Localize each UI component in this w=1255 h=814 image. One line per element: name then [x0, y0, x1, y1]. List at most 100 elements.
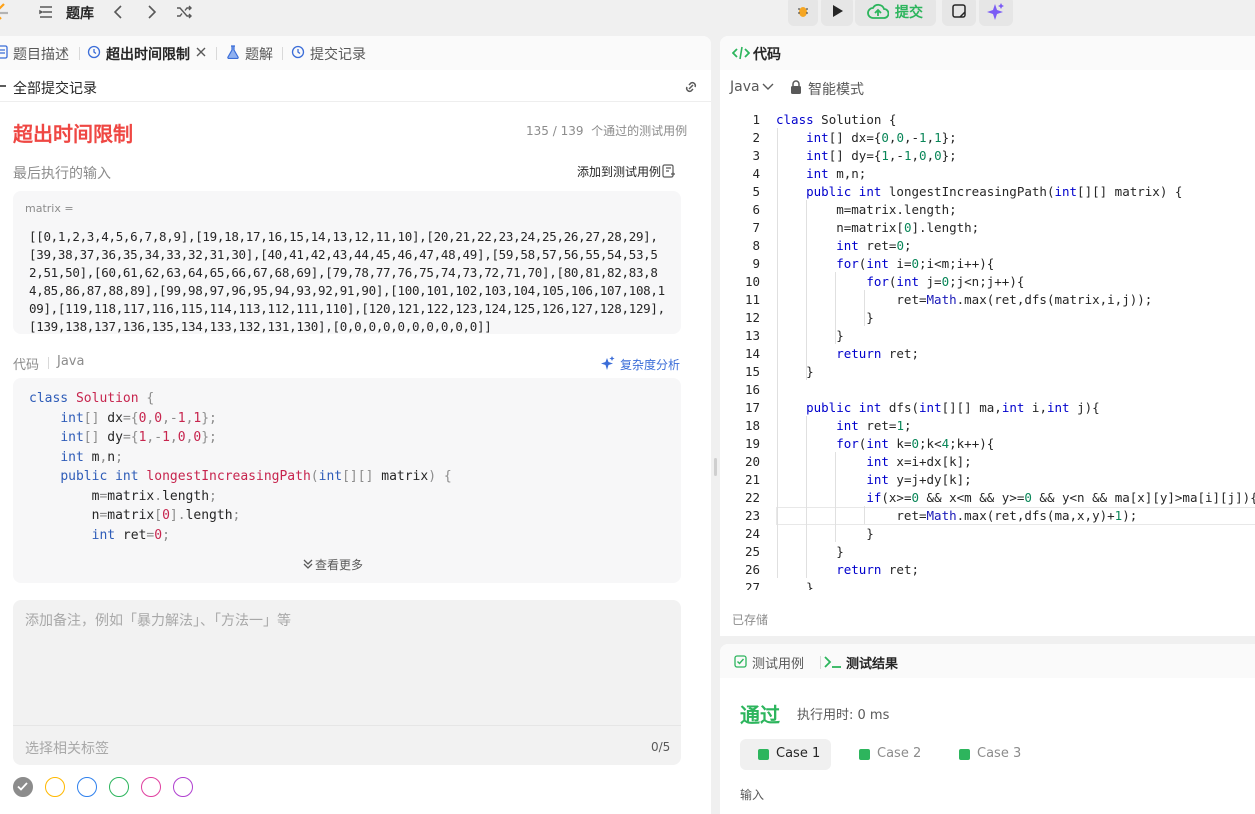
bug-icon: [798, 7, 808, 17]
next-problem-icon[interactable]: [142, 3, 160, 21]
last-input-box: matrix = [[0,1,2,3,4,5,6,7,8,9],[19,18,1…: [13, 191, 681, 334]
passed-suffix: 个通过的测试用例: [591, 124, 688, 138]
input-variable: matrix =: [25, 202, 74, 215]
line-number: 12: [744, 310, 760, 325]
ai-assistant-button[interactable]: [979, 0, 1013, 26]
color-tag-green[interactable]: [109, 777, 129, 797]
complexity-analysis-button[interactable]: 复杂度分析: [620, 356, 680, 373]
chevron-down-icon[interactable]: [762, 82, 774, 92]
color-tag-pink[interactable]: [141, 777, 161, 797]
tag-count: 0/5: [651, 740, 671, 754]
code-line: int[] dy={1,-1,0,0};: [60, 430, 217, 445]
code-line: int ret=1;: [836, 418, 912, 433]
code-line: if(x>=0 && x<m && y>=0 && y<n && ma[x][y…: [866, 490, 1255, 505]
line-number: 11: [744, 292, 760, 307]
color-tag-yellow[interactable]: [45, 777, 65, 797]
tab-tle[interactable]: 超出时间限制: [106, 44, 190, 64]
code-line: return ret;: [836, 346, 920, 361]
code-line: n=matrix[0].length;: [29, 508, 241, 523]
history-icon: [291, 45, 305, 59]
all-submissions-link[interactable]: 全部提交记录: [13, 78, 97, 98]
arrow-left-icon[interactable]: [0, 81, 6, 91]
lock-icon: [791, 80, 801, 94]
add-to-testcase-button[interactable]: 添加到测试用例: [577, 163, 661, 180]
prev-problem-icon[interactable]: [110, 3, 128, 21]
line-number: 16: [744, 382, 760, 397]
result-header: 测试用例 测试结果: [720, 644, 1255, 678]
submit-button[interactable]: 提交: [855, 0, 936, 26]
line-number: 23: [744, 508, 760, 523]
tab-description[interactable]: 题目描述: [13, 44, 69, 64]
color-tag-gray[interactable]: [13, 777, 33, 797]
code-line: return ret;: [836, 562, 920, 577]
smart-mode-toggle[interactable]: 智能模式: [808, 79, 864, 99]
color-tag-blue[interactable]: [77, 777, 97, 797]
tab-divider: [282, 47, 283, 60]
code-line: int ret=0;: [91, 528, 170, 543]
problem-bank-title[interactable]: 题库: [66, 3, 94, 23]
share-link-icon[interactable]: [682, 79, 700, 95]
run-button[interactable]: [821, 0, 853, 26]
code-line: n=matrix[0].length;: [776, 220, 980, 235]
line-number: 10: [744, 274, 760, 289]
code-editor-panel: 代码 Java 智能模式 1 2 3 4 5 6 7 8 9 10 11 12 …: [720, 36, 1255, 636]
code-line: class Solution {: [776, 112, 897, 127]
add-testcase-icon[interactable]: [662, 164, 676, 178]
code-line: int ret=0;: [836, 238, 912, 253]
input-value: [[0,1,2,3,4,5,6,7,8,9],[19,18,17,16,15,1…: [29, 229, 665, 334]
tag-placeholder: 选择相关标签: [25, 741, 109, 757]
line-number: 18: [744, 418, 760, 433]
code-line: public int longestIncreasingPath(int[][]…: [806, 184, 1183, 199]
tab-testcase[interactable]: 测试用例: [752, 653, 804, 672]
code-line: public int longestIncreasingPath(int[][]…: [60, 469, 452, 484]
note-editor[interactable]: 添加备注，例如「暴力解法」、「方法一」等 选择相关标签 0/5: [13, 600, 681, 765]
notes-button[interactable]: [942, 0, 976, 26]
line-number: 17: [744, 400, 760, 415]
terminal-icon: [824, 656, 841, 668]
view-more-button[interactable]: 查看更多: [315, 556, 363, 573]
debug-button[interactable]: [788, 0, 818, 26]
passed-ratio: 135 / 139: [526, 124, 584, 138]
code-editor[interactable]: 1 2 3 4 5 6 7 8 9 10 11 12 13 14 15 16 1…: [720, 110, 1255, 590]
panel-resize-handle[interactable]: [714, 458, 717, 476]
sparkle-icon: [601, 356, 615, 370]
code-line: ret=Math.max(ret,dfs(matrix,i,j));: [776, 292, 1153, 307]
problem-list-icon[interactable]: [38, 4, 54, 20]
case-tab-1[interactable]: Case 1: [740, 739, 831, 770]
color-tag-purple[interactable]: [173, 777, 193, 797]
line-number: 20: [744, 454, 760, 469]
random-problem-icon[interactable]: [175, 3, 193, 21]
play-icon: [833, 5, 843, 17]
leetcode-logo[interactable]: [0, 2, 10, 22]
tab-solutions[interactable]: 题解: [245, 44, 273, 64]
tag-selector[interactable]: 选择相关标签 0/5: [13, 725, 681, 765]
test-result-panel: 测试用例 测试结果 通过 执行用时: 0 ms Case 1 Case 2 Ca…: [720, 644, 1255, 814]
case-label: Case 2: [877, 746, 922, 761]
tab-test-result[interactable]: 测试结果: [846, 653, 898, 672]
code-line: for(int i=0;i<m;i++){: [836, 256, 995, 271]
code-line: int[] dx={0,0,-1,1};: [806, 130, 957, 145]
language-select[interactable]: Java: [730, 79, 760, 95]
line-number: 27: [744, 580, 760, 590]
close-icon[interactable]: [196, 47, 206, 57]
case-tab-3[interactable]: Case 3: [941, 739, 1032, 770]
check-icon: [17, 782, 28, 791]
code-line: m=matrix.length;: [29, 489, 217, 504]
line-number: 8: [752, 238, 760, 253]
line-number: 22: [744, 490, 760, 505]
cloud-upload-icon: [867, 3, 889, 19]
code-line: public int dfs(int[][] ma,int i,int j){: [806, 400, 1100, 415]
line-number: 19: [744, 436, 760, 451]
submitted-code-preview: class Solution { int[] dx={0,0,-1,1}; in…: [13, 378, 681, 583]
passed-count: 135 / 139 个通过的测试用例: [526, 122, 687, 139]
tab-submissions[interactable]: 提交记录: [310, 44, 366, 64]
case-tab-2[interactable]: Case 2: [841, 739, 932, 770]
editor-title: 代码: [753, 47, 781, 63]
line-number: 2: [752, 130, 760, 145]
line-number: 6: [752, 202, 760, 217]
line-number: 4: [752, 166, 760, 181]
code-line: }: [776, 310, 874, 325]
checkbox-icon: [734, 655, 747, 668]
line-number: 3: [752, 148, 760, 163]
case-label: Case 1: [776, 746, 821, 761]
